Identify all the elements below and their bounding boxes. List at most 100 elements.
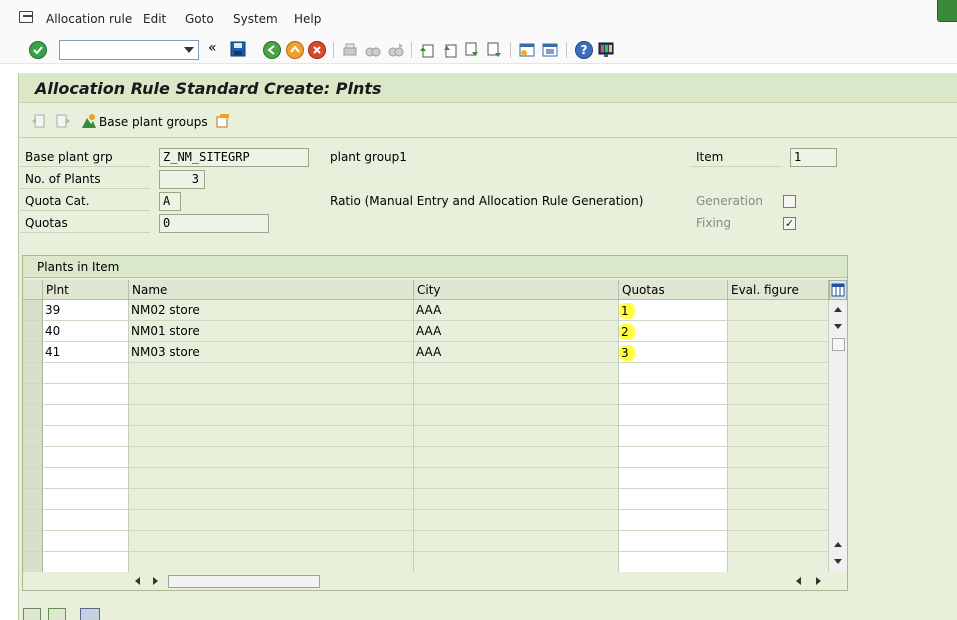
cell-quotas[interactable] xyxy=(619,510,728,531)
generation-checkbox[interactable] xyxy=(783,195,796,208)
col-header-eval-figure[interactable]: Eval. figure xyxy=(728,280,829,300)
cell-quotas[interactable] xyxy=(619,405,728,426)
vertical-scrollbar[interactable] xyxy=(829,280,847,571)
row-selector[interactable] xyxy=(23,405,43,426)
table-row[interactable] xyxy=(23,405,829,426)
cell-plnt[interactable]: 40 xyxy=(43,321,129,342)
scroll-left-icon[interactable] xyxy=(135,577,140,585)
cell-quotas[interactable]: 3 xyxy=(619,342,728,363)
quota-value[interactable]: 1 xyxy=(619,304,629,318)
back-icon[interactable] xyxy=(263,41,281,59)
col-header-name[interactable]: Name xyxy=(129,280,414,300)
shortcut-icon[interactable] xyxy=(541,41,559,59)
col-header-plnt[interactable]: Plnt xyxy=(43,280,129,300)
table-row[interactable] xyxy=(23,552,829,573)
cell-quotas[interactable] xyxy=(619,531,728,552)
cell-quotas[interactable] xyxy=(619,426,728,447)
scroll-right-end-icon[interactable] xyxy=(816,577,821,585)
row-selector[interactable] xyxy=(23,321,43,342)
row-selector[interactable] xyxy=(23,468,43,489)
horizontal-scroll-thumb[interactable] xyxy=(168,575,320,588)
menu-icon[interactable] xyxy=(19,11,33,23)
base-plant-grp-field[interactable]: Z_NM_SITEGRP xyxy=(159,148,309,167)
row-selector[interactable] xyxy=(23,531,43,552)
menu-system[interactable]: System xyxy=(233,12,278,26)
scroll-up-icon[interactable] xyxy=(834,307,842,312)
enter-icon[interactable] xyxy=(29,41,47,59)
select-all-rows-icon[interactable] xyxy=(23,608,41,620)
delete-row-icon[interactable] xyxy=(80,608,100,620)
cell-plnt[interactable] xyxy=(43,552,129,573)
copy-icon[interactable] xyxy=(215,112,231,128)
cell-quotas[interactable]: 2 xyxy=(619,321,728,342)
previous-item-icon[interactable] xyxy=(31,113,47,129)
row-selector[interactable] xyxy=(23,384,43,405)
collapse-icon[interactable]: « xyxy=(208,40,217,56)
row-selector[interactable] xyxy=(23,510,43,531)
row-selector[interactable] xyxy=(23,447,43,468)
quota-value[interactable]: 2 xyxy=(619,325,629,339)
row-selector[interactable] xyxy=(23,552,43,573)
row-selector[interactable] xyxy=(23,342,43,363)
menu-help[interactable]: Help xyxy=(294,12,321,26)
cell-quotas[interactable]: 1 xyxy=(619,300,728,321)
table-row[interactable] xyxy=(23,489,829,510)
row-selector[interactable] xyxy=(23,300,43,321)
cell-quotas[interactable] xyxy=(619,489,728,510)
cell-quotas[interactable] xyxy=(619,468,728,489)
cell-plnt[interactable] xyxy=(43,531,129,552)
row-selector[interactable] xyxy=(23,426,43,447)
table-row[interactable] xyxy=(23,468,829,489)
item-field[interactable]: 1 xyxy=(790,148,837,167)
table-row[interactable] xyxy=(23,447,829,468)
create-session-icon[interactable] xyxy=(518,41,536,59)
table-row[interactable]: 41NM03 storeAAA3 xyxy=(23,342,829,363)
find-icon[interactable] xyxy=(364,41,382,59)
save-icon[interactable] xyxy=(229,40,247,58)
column-settings-icon[interactable] xyxy=(829,280,847,300)
cell-plnt[interactable]: 39 xyxy=(43,300,129,321)
page-up-icon[interactable] xyxy=(834,542,842,547)
next-page-icon[interactable] xyxy=(463,41,481,59)
table-row[interactable]: 39NM02 storeAAA1 xyxy=(23,300,829,321)
horizontal-scrollbar[interactable] xyxy=(23,572,847,590)
col-header-city[interactable]: City xyxy=(414,280,619,300)
help-icon[interactable]: ? xyxy=(575,41,593,59)
page-down-icon[interactable] xyxy=(834,559,842,564)
last-page-icon[interactable] xyxy=(485,41,503,59)
cell-plnt[interactable] xyxy=(43,426,129,447)
cell-quotas[interactable] xyxy=(619,363,728,384)
base-plant-groups-button[interactable]: Base plant groups xyxy=(99,115,208,129)
cell-plnt[interactable]: 41 xyxy=(43,342,129,363)
base-plant-groups-icon[interactable] xyxy=(81,113,97,129)
quotas-field[interactable]: 0 xyxy=(159,214,269,233)
cell-plnt[interactable] xyxy=(43,510,129,531)
find-next-icon[interactable] xyxy=(387,41,405,59)
no-of-plants-field[interactable]: 3 xyxy=(159,170,205,189)
previous-page-icon[interactable] xyxy=(441,41,459,59)
cell-quotas[interactable] xyxy=(619,447,728,468)
exit-icon[interactable] xyxy=(286,41,304,59)
menu-edit[interactable]: Edit xyxy=(143,12,166,26)
quota-cat-field[interactable]: A xyxy=(159,192,181,211)
cell-plnt[interactable] xyxy=(43,363,129,384)
print-icon[interactable] xyxy=(341,41,359,59)
scroll-down-icon[interactable] xyxy=(834,324,842,329)
first-page-icon[interactable] xyxy=(418,41,436,59)
cell-quotas[interactable] xyxy=(619,552,728,573)
customize-layout-icon[interactable] xyxy=(597,41,615,59)
cell-plnt[interactable] xyxy=(43,384,129,405)
next-item-icon[interactable] xyxy=(55,113,71,129)
cancel-icon[interactable] xyxy=(308,41,326,59)
scroll-left-end-icon[interactable] xyxy=(796,577,801,585)
scroll-right-icon[interactable] xyxy=(153,577,158,585)
scroll-thumb[interactable] xyxy=(832,338,845,351)
quota-value[interactable]: 3 xyxy=(619,346,629,360)
table-row[interactable] xyxy=(23,426,829,447)
row-selector[interactable] xyxy=(23,489,43,510)
table-row[interactable] xyxy=(23,510,829,531)
command-field[interactable] xyxy=(59,40,199,60)
cell-plnt[interactable] xyxy=(43,447,129,468)
table-row[interactable] xyxy=(23,384,829,405)
col-header-quotas[interactable]: Quotas xyxy=(619,280,728,300)
